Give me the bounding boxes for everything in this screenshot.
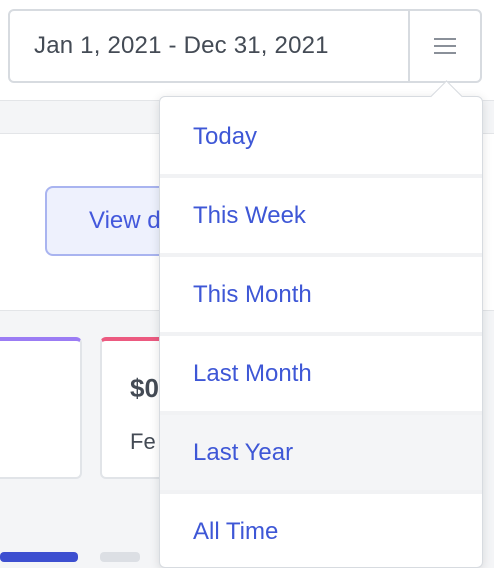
menu-item-this-month[interactable]: This Month	[160, 257, 482, 336]
bottom-chip-gray	[100, 552, 140, 562]
range-menu-button[interactable]	[408, 11, 480, 81]
menu-item-all-time[interactable]: All Time	[160, 494, 482, 567]
menu-item-today[interactable]: Today	[160, 99, 482, 178]
date-range-label[interactable]: Jan 1, 2021 - Dec 31, 2021	[10, 32, 408, 60]
date-range-picker[interactable]: Jan 1, 2021 - Dec 31, 2021	[8, 9, 482, 83]
top-bar: Jan 1, 2021 - Dec 31, 2021	[0, 0, 494, 101]
stat-card	[0, 337, 82, 479]
date-range-dropdown: Today This Week This Month Last Month La…	[159, 96, 483, 568]
stat-card-label: Fe	[130, 429, 156, 454]
menu-item-this-week[interactable]: This Week	[160, 178, 482, 257]
menu-item-last-month[interactable]: Last Month	[160, 336, 482, 415]
hamburger-icon	[433, 36, 457, 56]
menu-item-last-year[interactable]: Last Year	[160, 415, 482, 494]
stat-card-value: $0	[130, 373, 159, 403]
bottom-chip-blue	[0, 552, 78, 562]
